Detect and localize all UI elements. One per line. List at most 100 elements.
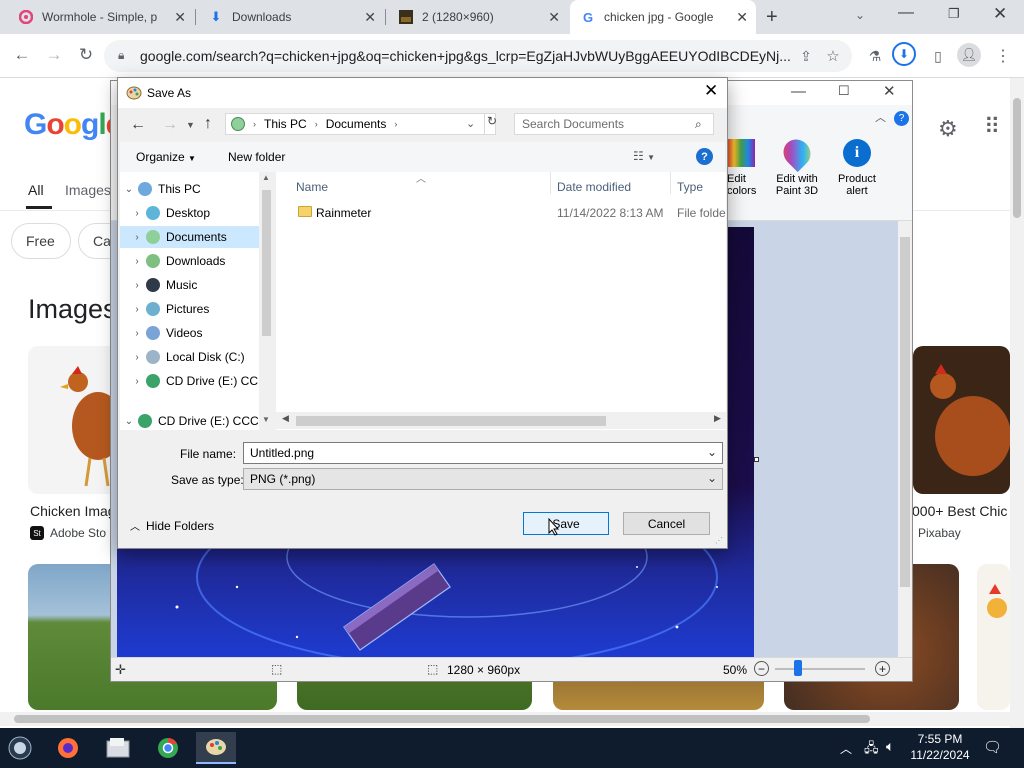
profile-avatar-icon[interactable]: 👤︎: [957, 43, 981, 67]
dialog-close-icon[interactable]: ✕: [704, 81, 718, 101]
result-source[interactable]: St Adobe Sto: [30, 526, 106, 540]
paint-taskbar-icon[interactable]: [196, 732, 236, 764]
share-icon[interactable]: ⇪: [793, 43, 819, 69]
product-alert-button[interactable]: i Product alert: [831, 139, 883, 203]
action-center-icon[interactable]: 🗨︎: [983, 738, 1002, 756]
column-date-modified[interactable]: Date modified: [557, 180, 631, 194]
start-button-icon[interactable]: [0, 732, 40, 764]
chevron-down-icon[interactable]: ⌄: [120, 416, 138, 427]
tree-item[interactable]: › Downloads: [120, 250, 274, 272]
edit-colors-button[interactable]: Edit colors: [727, 139, 757, 203]
refresh-icon[interactable]: ↻: [484, 114, 497, 134]
hide-folders-button[interactable]: ︿ Hide Folders: [130, 518, 214, 534]
result-image[interactable]: [28, 346, 118, 494]
reload-icon[interactable]: ↻: [73, 42, 99, 68]
tree-scrollbar[interactable]: ▲ ▼: [259, 172, 274, 430]
forward-icon[interactable]: →: [41, 42, 67, 68]
chevron-down-icon[interactable]: ⌄: [120, 184, 138, 195]
downloads-indicator-icon[interactable]: ⬇: [892, 42, 916, 66]
volume-muted-icon[interactable]: 🔈︎: [886, 738, 894, 755]
help-icon[interactable]: ?: [894, 111, 909, 126]
close-tab-icon[interactable]: ✕: [548, 9, 560, 25]
save-as-type-dropdown-icon[interactable]: ⌄: [707, 471, 717, 485]
result-image[interactable]: [977, 564, 1010, 710]
tree-item[interactable]: › Desktop: [120, 202, 274, 224]
tree-item[interactable]: › Local Disk (C:): [120, 346, 274, 368]
page-horizontal-scrollbar[interactable]: [0, 712, 1010, 726]
tree-item[interactable]: › Pictures: [120, 298, 274, 320]
bookmark-star-icon[interactable]: ☆: [820, 43, 846, 69]
apps-grid-icon[interactable]: ⠿: [984, 114, 1000, 140]
chevron-right-icon[interactable]: ›: [128, 232, 146, 243]
save-button[interactable]: Save: [523, 512, 609, 535]
result-title[interactable]: Chicken Imag: [30, 503, 116, 519]
close-tab-icon[interactable]: ✕: [174, 9, 186, 25]
tree-item[interactable]: › CD Drive (E:) CC: [120, 370, 274, 392]
resize-grip-icon[interactable]: ⋰: [715, 536, 723, 545]
paint-maximize-icon[interactable]: ☐: [838, 83, 850, 99]
organize-button[interactable]: Organize ▼: [136, 150, 196, 164]
breadcrumb-documents[interactable]: Documents: [326, 117, 387, 131]
edit-with-paint3d-button[interactable]: Edit with Paint 3D: [767, 133, 827, 203]
up-level-icon[interactable]: ↑: [204, 115, 212, 133]
file-row[interactable]: Rainmeter 11/14/2022 8:13 AM File folder: [276, 202, 726, 224]
canvas-resize-handle[interactable]: [754, 457, 759, 462]
chevron-right-icon[interactable]: ›: [128, 352, 146, 363]
chevron-right-icon[interactable]: ›: [128, 280, 146, 291]
zoom-in-icon[interactable]: +: [875, 661, 890, 676]
file-name-input[interactable]: Untitled.png ⌄: [243, 442, 723, 464]
address-dropdown-icon[interactable]: ⌄: [466, 117, 475, 130]
zoom-slider-thumb[interactable]: [794, 660, 802, 676]
close-tab-icon[interactable]: ✕: [364, 9, 376, 25]
chevron-right-icon[interactable]: ›: [128, 208, 146, 219]
minimize-icon[interactable]: —: [898, 4, 914, 22]
recent-locations-icon[interactable]: ▼: [186, 120, 195, 130]
dialog-forward-icon[interactable]: →: [162, 116, 178, 134]
save-as-type-select[interactable]: PNG (*.png) ⌄: [243, 468, 723, 490]
search-documents-input[interactable]: Search Documents ⌕: [514, 113, 714, 135]
chevron-right-icon[interactable]: ›: [128, 328, 146, 339]
tree-item[interactable]: ⌄ This PC: [120, 178, 274, 200]
new-folder-button[interactable]: New folder: [228, 150, 285, 164]
side-panel-icon[interactable]: ▯: [925, 43, 951, 69]
tree-item[interactable]: › Videos: [120, 322, 274, 344]
tray-overflow-icon[interactable]: ︿: [840, 740, 852, 757]
page-vertical-scrollbar[interactable]: [1010, 78, 1024, 728]
close-window-icon[interactable]: ✕: [993, 4, 1007, 24]
paint-minimize-icon[interactable]: —: [791, 83, 806, 100]
result-image[interactable]: [913, 346, 1010, 494]
restore-icon[interactable]: ❐: [948, 6, 960, 22]
paint-close-icon[interactable]: ✕: [883, 82, 896, 100]
firefox-icon[interactable]: [48, 732, 88, 764]
chevron-right-icon[interactable]: ›: [128, 304, 146, 315]
tree-item[interactable]: › Music: [120, 274, 274, 296]
zoom-slider[interactable]: [775, 668, 865, 670]
file-name-dropdown-icon[interactable]: ⌄: [707, 445, 717, 459]
clock[interactable]: 7:55 PM 11/22/2024: [905, 732, 975, 762]
tree-item[interactable]: ⌄ CD Drive (E:) CCC: [120, 410, 274, 430]
settings-gear-icon[interactable]: ⚙: [938, 116, 958, 142]
tab-google-search[interactable]: G chicken jpg - Google ✕: [570, 0, 756, 34]
google-logo[interactable]: Google: [24, 108, 122, 142]
file-list-horizontal-scrollbar[interactable]: ◀ ▶: [276, 412, 726, 429]
tab-wormhole[interactable]: Wormhole - Simple, p ✕: [8, 0, 194, 34]
tab-downloads[interactable]: ⬇ Downloads ✕: [198, 0, 384, 34]
close-tab-icon[interactable]: ✕: [736, 9, 748, 25]
zoom-out-icon[interactable]: −: [754, 661, 769, 676]
chevron-right-icon[interactable]: ›: [128, 376, 146, 387]
breadcrumb-this-pc[interactable]: This PC: [264, 117, 307, 131]
address-bar[interactable]: 🔒︎ google.com/search?q=chicken+jpg&oq=ch…: [104, 40, 852, 72]
extension-icon[interactable]: ⚗: [862, 43, 888, 69]
file-explorer-icon[interactable]: [98, 732, 138, 764]
nav-all[interactable]: All: [28, 182, 44, 198]
canvas-vertical-scrollbar[interactable]: [898, 221, 912, 657]
back-icon[interactable]: ←: [9, 42, 35, 68]
tab-image[interactable]: 2 (1280×960) ✕: [388, 0, 568, 34]
filter-chip[interactable]: Free: [11, 223, 71, 259]
result-source[interactable]: Pixabay: [918, 526, 961, 540]
dialog-help-icon[interactable]: ?: [696, 148, 713, 165]
nav-images[interactable]: Images: [65, 182, 111, 198]
menu-kebab-icon[interactable]: ⋮: [990, 43, 1016, 69]
tab-search-icon[interactable]: ⌄: [855, 8, 865, 22]
network-icon[interactable]: 🖧︎: [864, 739, 879, 761]
